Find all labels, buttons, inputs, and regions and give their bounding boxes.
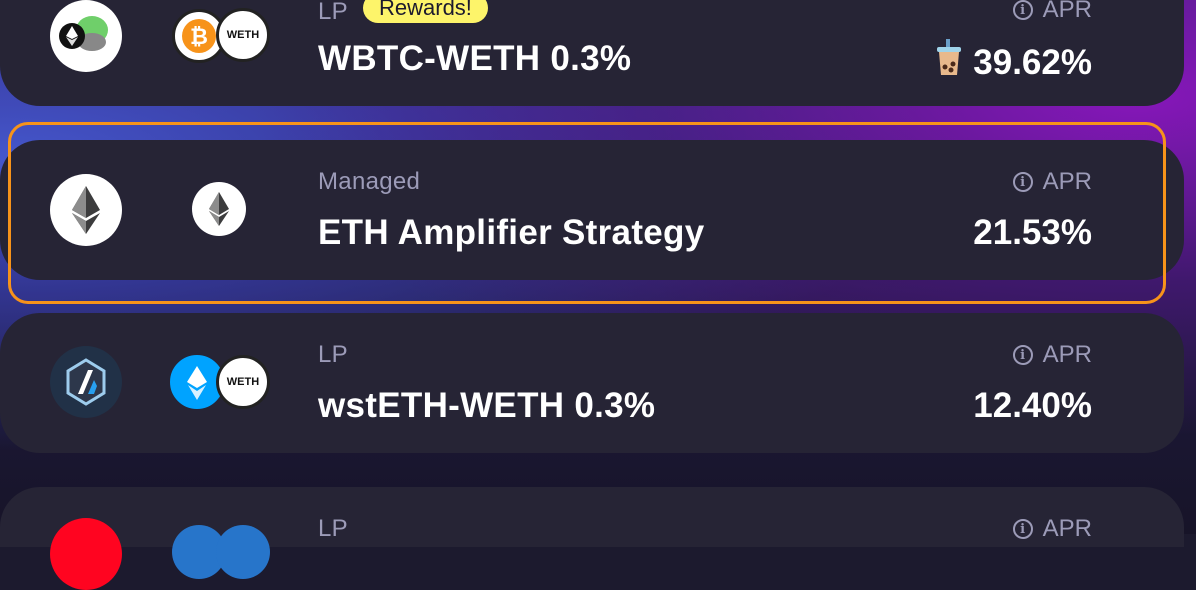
- weth-token-icon: WETH: [216, 355, 270, 409]
- pool-name: wstETH-WETH 0.3%: [318, 386, 656, 425]
- apr-header: i APR: [1012, 515, 1092, 543]
- ethereum-logo-icon: [50, 174, 122, 246]
- apr-label: APR: [1042, 341, 1092, 368]
- apr-label: APR: [1042, 515, 1092, 542]
- pool-type-label: LP: [318, 515, 348, 542]
- pool-card-eth-amplifier[interactable]: Managed ETH Amplifier Strategy i APR 21.…: [0, 140, 1184, 280]
- apr-value-row: 39.62%: [935, 39, 1092, 86]
- apr-value: 39.62%: [973, 42, 1092, 82]
- pool-card-wsteth-weth[interactable]: WETH LP wstETH-WETH 0.3% i APR 12.40%: [0, 313, 1184, 453]
- info-icon[interactable]: i: [1012, 519, 1033, 539]
- pool-card-wbtc-weth[interactable]: ₿ WETH LP Rewards! WBTC-WETH 0.3% i APR …: [0, 0, 1184, 106]
- apr-label: APR: [1042, 0, 1092, 23]
- rewards-badge: Rewards!: [363, 0, 488, 23]
- pool-type-label: LP: [318, 341, 348, 368]
- protocol-logo-icon: [50, 0, 122, 72]
- apr-value: 21.53%: [973, 213, 1092, 252]
- pool-name: WBTC-WETH 0.3%: [318, 39, 632, 78]
- pool-type-label: Managed: [318, 168, 421, 195]
- apr-value: 12.40%: [973, 386, 1092, 425]
- info-icon[interactable]: i: [1012, 172, 1033, 192]
- weth-token-icon: WETH: [216, 8, 270, 62]
- apr-label: APR: [1042, 168, 1092, 195]
- info-icon[interactable]: i: [1012, 345, 1033, 365]
- apr-header: i APR: [1012, 168, 1092, 196]
- weth-token-label: WETH: [226, 376, 260, 388]
- arbitrum-logo-icon: [50, 346, 122, 418]
- pool-card-partial[interactable]: LP i APR: [0, 487, 1184, 590]
- boba-tea-icon: [935, 39, 963, 86]
- info-icon[interactable]: i: [1012, 0, 1033, 20]
- weth-token-label: WETH: [226, 29, 260, 41]
- apr-header: i APR: [1012, 341, 1092, 369]
- optimism-logo-icon: [50, 518, 122, 590]
- bitcoin-glyph-icon: ₿: [190, 25, 208, 50]
- token-b-icon: [216, 525, 270, 579]
- eth-token-icon: [192, 182, 246, 236]
- pool-name: ETH Amplifier Strategy: [318, 213, 705, 252]
- pool-type-label: LP: [318, 0, 348, 25]
- apr-header: i APR: [1012, 0, 1092, 24]
